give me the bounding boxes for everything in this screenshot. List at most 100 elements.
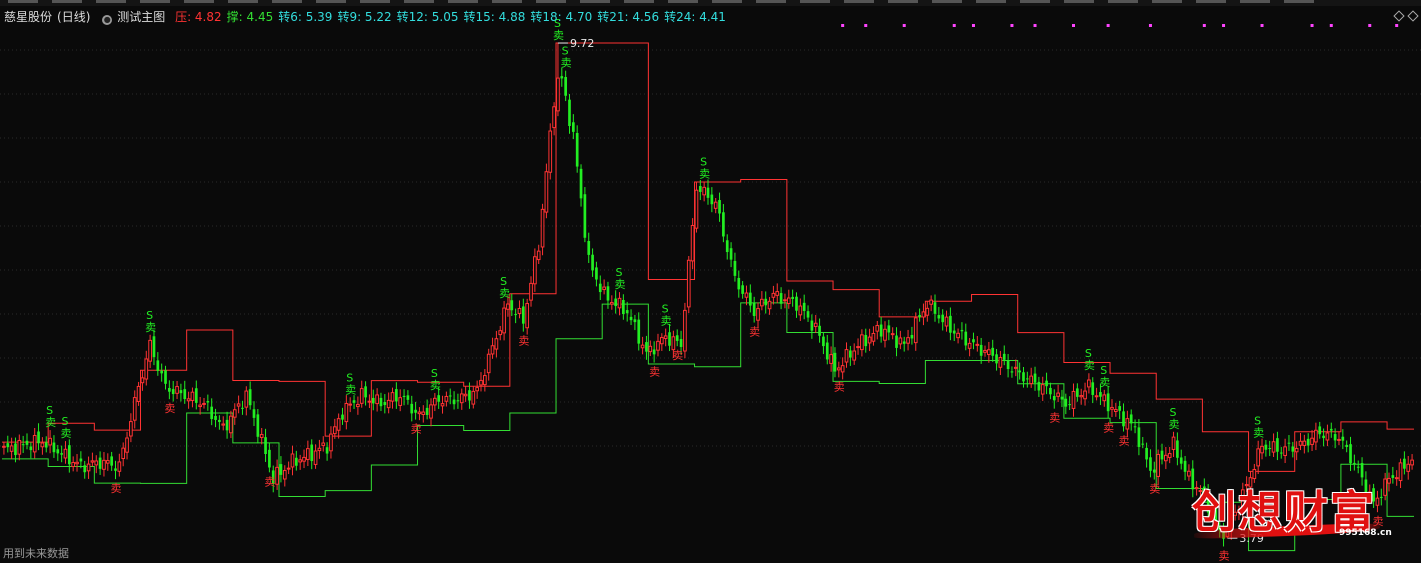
candle — [152, 329, 156, 366]
candle — [1345, 440, 1349, 453]
candle-body — [1325, 432, 1330, 441]
candle-body — [125, 437, 129, 453]
magenta-marker — [1106, 24, 1110, 27]
candle — [1091, 377, 1095, 404]
candle — [1276, 431, 1279, 461]
candle-body — [637, 319, 641, 344]
candle-body — [294, 457, 298, 466]
candle-body — [410, 403, 414, 414]
buy-signal-label: S — [662, 303, 669, 316]
candle-body — [1060, 396, 1064, 400]
candle-body — [1099, 392, 1102, 397]
toolbar-tab-edge — [888, 0, 918, 3]
candle-body — [883, 328, 887, 341]
candle-body — [286, 467, 291, 470]
candle-body — [1056, 392, 1060, 397]
indicator-value-5: 转15: 4.88 — [463, 10, 526, 24]
period-label[interactable]: (日线) — [57, 10, 90, 24]
candle — [325, 442, 329, 461]
candle — [783, 293, 787, 309]
candle — [929, 295, 933, 312]
candle — [356, 396, 360, 415]
candle-body — [944, 316, 949, 327]
candle-body — [764, 298, 768, 306]
candle — [417, 407, 422, 421]
candle — [402, 389, 406, 406]
candle — [275, 459, 279, 490]
candle-body — [486, 353, 491, 374]
candle — [44, 436, 48, 453]
candle — [791, 289, 794, 307]
candle-body — [591, 254, 594, 271]
candle — [698, 180, 702, 201]
candle — [241, 400, 244, 415]
candle — [606, 281, 610, 309]
candle — [1052, 389, 1056, 409]
sell-signal-label: 卖 — [1169, 418, 1180, 431]
candle — [390, 387, 395, 409]
candle-body — [864, 334, 868, 347]
candle — [383, 394, 387, 414]
candle — [1064, 393, 1068, 415]
candle — [190, 387, 195, 408]
candle — [514, 308, 517, 324]
candle — [987, 341, 991, 363]
candle-body — [514, 314, 517, 316]
indicator-name[interactable]: 测试主图 — [117, 10, 165, 24]
candle-body — [302, 456, 306, 462]
candle-body — [171, 389, 175, 395]
candle-body — [336, 418, 341, 431]
candle — [798, 298, 803, 321]
candle — [105, 453, 110, 471]
candle — [1129, 409, 1133, 431]
candle — [964, 323, 968, 351]
candle — [1167, 446, 1172, 464]
candle-body — [282, 470, 287, 480]
candle-body — [1125, 418, 1130, 430]
candle-body — [1298, 440, 1303, 446]
candle — [625, 301, 629, 322]
candle-body — [390, 392, 395, 402]
candle-body — [429, 404, 433, 419]
indicator-value-3: 转9: 5.22 — [337, 10, 392, 24]
stock-name[interactable]: 慈星股份 — [4, 10, 52, 24]
sell-signal-label: 卖 — [1099, 376, 1110, 389]
candle-body — [671, 336, 676, 351]
candle — [194, 380, 198, 410]
indicator-gear-icon[interactable]: ● — [102, 15, 113, 25]
candle-body — [259, 434, 264, 438]
candle-body — [867, 336, 872, 344]
candle-body — [579, 168, 583, 199]
candle-body — [348, 403, 353, 406]
candle — [887, 319, 891, 341]
sell-signal-label: 卖 — [561, 57, 572, 70]
candle-body — [475, 387, 480, 392]
candle — [202, 397, 206, 409]
magenta-markers — [841, 24, 1399, 27]
toolbar-tab-edge — [1196, 0, 1226, 3]
candle — [1094, 387, 1099, 401]
candle-body — [2, 445, 6, 448]
candle — [463, 386, 468, 402]
candle-body — [879, 324, 883, 337]
candle-body — [602, 286, 606, 290]
candle — [1029, 367, 1034, 388]
candle — [1106, 386, 1110, 419]
candle — [179, 383, 183, 402]
candle — [175, 380, 179, 400]
candle-body — [229, 415, 233, 434]
candle-body — [552, 106, 556, 129]
candle — [1037, 376, 1041, 397]
candle — [1318, 421, 1322, 439]
candle — [94, 455, 99, 474]
candle — [906, 329, 910, 351]
candle-body — [802, 302, 806, 311]
candle-body — [483, 375, 487, 386]
buy-signal-label: S — [562, 45, 569, 58]
candle-body — [925, 307, 930, 316]
candle — [83, 460, 87, 479]
candle-body — [268, 449, 271, 468]
sell-signal-label: 卖 — [1103, 421, 1114, 434]
candle-body — [1271, 441, 1276, 453]
candle-body — [825, 342, 829, 360]
